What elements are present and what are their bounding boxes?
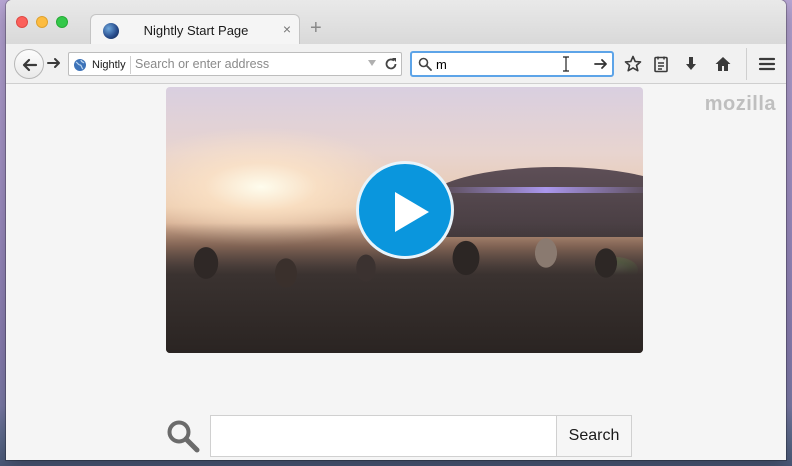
search-icon xyxy=(418,57,432,71)
toolbar-separator xyxy=(746,48,747,80)
nightly-globe-icon xyxy=(103,23,119,39)
text-cursor-icon xyxy=(563,56,569,72)
identity-label: Nightly xyxy=(92,59,126,71)
go-arrow-icon[interactable] xyxy=(594,57,608,71)
home-icon[interactable] xyxy=(714,55,732,73)
tab-title: Nightly Start Page xyxy=(143,23,249,38)
window-close-button[interactable] xyxy=(16,16,28,28)
tab-close-icon[interactable]: × xyxy=(283,21,291,37)
browser-window: Nightly Start Page × + Nightly Search or… xyxy=(6,0,786,460)
reading-list-icon[interactable] xyxy=(652,55,670,73)
address-bar[interactable]: Nightly xyxy=(68,52,402,76)
back-button[interactable] xyxy=(14,49,44,79)
web-search-row: Search xyxy=(166,415,636,457)
back-arrow-icon xyxy=(22,58,38,72)
start-page-content: mozilla Search xyxy=(6,85,786,460)
forward-arrow-icon xyxy=(47,58,60,68)
search-input[interactable] xyxy=(436,56,576,72)
forward-button[interactable] xyxy=(44,53,66,75)
dropdown-triangle-icon[interactable] xyxy=(367,59,377,67)
promo-video[interactable] xyxy=(166,87,643,353)
site-identity[interactable]: Nightly xyxy=(73,56,131,74)
search-bar[interactable] xyxy=(410,51,614,77)
nav-toolbar: Nightly xyxy=(6,44,786,84)
window-maximize-button[interactable] xyxy=(56,16,68,28)
reload-icon[interactable] xyxy=(383,56,399,72)
web-search-input[interactable] xyxy=(210,415,558,457)
play-icon xyxy=(395,192,429,232)
play-button[interactable] xyxy=(356,161,454,259)
bookmark-star-icon[interactable] xyxy=(624,55,642,73)
search-icon xyxy=(167,420,200,453)
globe-icon xyxy=(74,59,86,71)
new-tab-button[interactable]: + xyxy=(310,18,322,38)
download-arrow-icon[interactable] xyxy=(682,55,700,73)
search-button[interactable]: Search xyxy=(556,415,632,457)
hamburger-menu-icon[interactable] xyxy=(758,55,776,73)
url-input[interactable] xyxy=(135,55,355,73)
tab-nightly-start-page[interactable]: Nightly Start Page × xyxy=(90,14,300,46)
tab-strip: Nightly Start Page × + xyxy=(6,0,786,46)
mozilla-logo: mozilla xyxy=(704,93,776,115)
window-minimize-button[interactable] xyxy=(36,16,48,28)
video-lens-flare xyxy=(436,187,643,193)
